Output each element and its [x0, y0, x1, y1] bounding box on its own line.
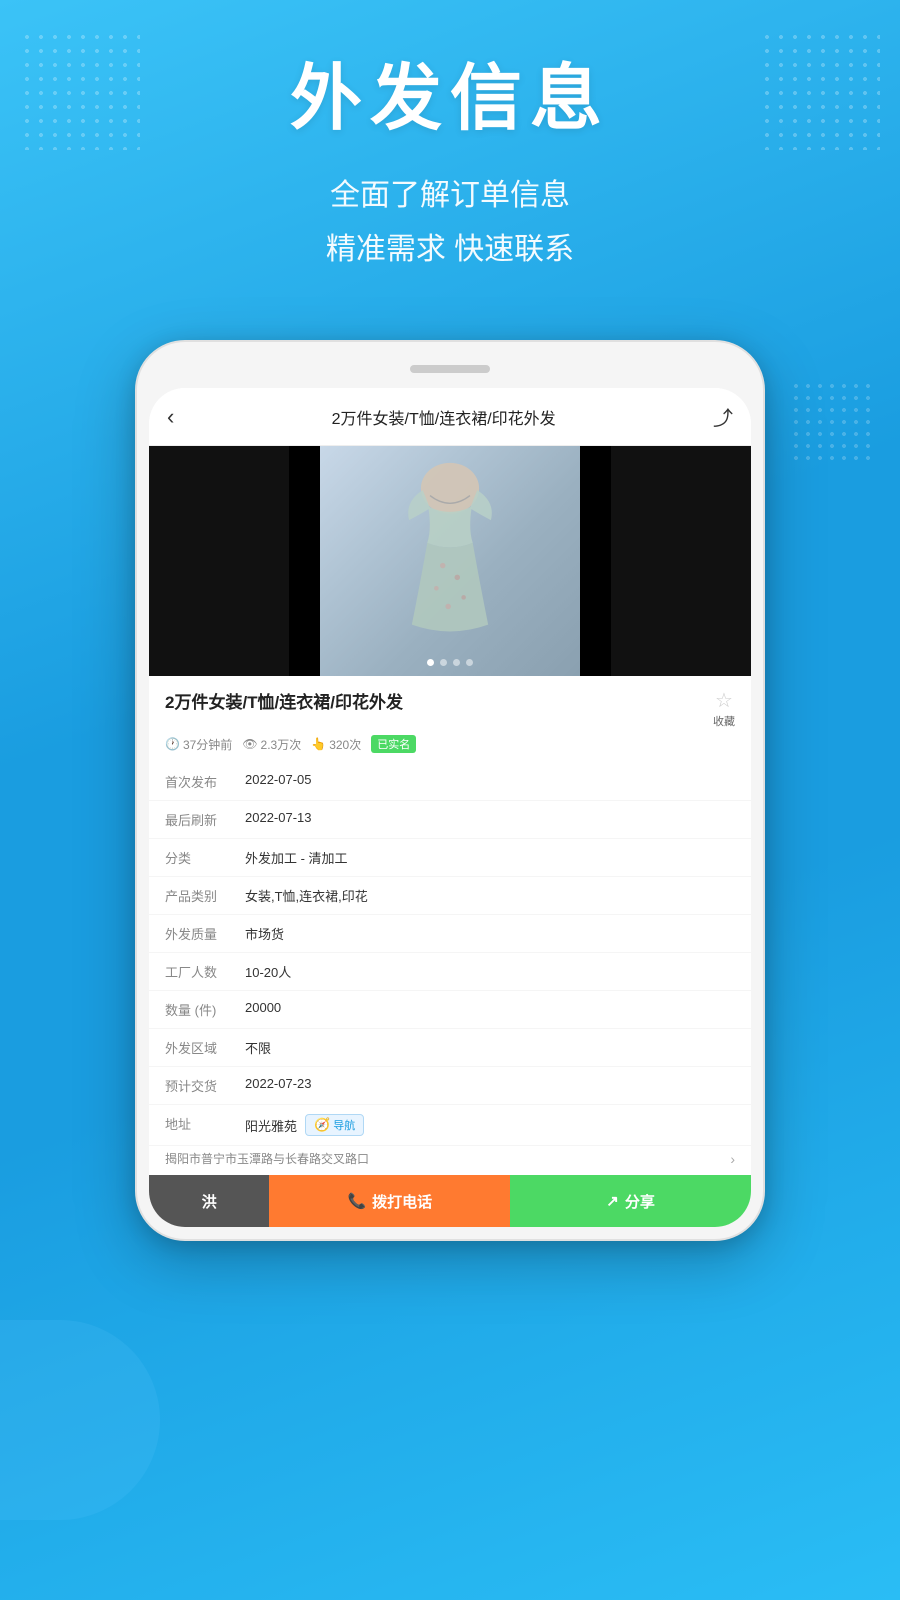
detail-label-8: 预计交货	[165, 1076, 245, 1095]
detail-value-9: 阳光雅苑 🧭 导航	[245, 1114, 735, 1136]
favorite-button[interactable]: ☆ 收藏	[713, 688, 735, 729]
detail-value-6: 20000	[245, 1000, 735, 1015]
eye-icon: 👁	[242, 737, 257, 751]
call-label: 拨打电话	[372, 1191, 432, 1212]
dot-4	[466, 659, 473, 666]
touches-meta: 👆 320次	[311, 736, 361, 753]
app-title: 2万件女装/T恤/连衣裙/印花外发	[174, 405, 713, 429]
verified-badge: 已实名	[371, 735, 416, 753]
detail-label-5: 工厂人数	[165, 962, 245, 981]
app-header: ‹ 2万件女装/T恤/连衣裙/印花外发 ⤴	[149, 388, 751, 446]
detail-row-quality: 外发质量 市场货	[149, 915, 751, 953]
detail-row-delivery: 预计交货 2022-07-23	[149, 1067, 751, 1105]
address-name: 阳光雅苑	[245, 1116, 297, 1135]
detail-label-7: 外发区域	[165, 1038, 245, 1057]
main-title: 外发信息	[0, 60, 900, 139]
call-button[interactable]: 📞 拨打电话	[269, 1175, 510, 1227]
detail-label-0: 首次发布	[165, 772, 245, 791]
contact-label: 洪	[202, 1191, 217, 1212]
detail-row-category: 分类 外发加工 - 清加工	[149, 839, 751, 877]
detail-row-last-refresh: 最后刷新 2022-07-13	[149, 801, 751, 839]
dot-1	[427, 659, 434, 666]
share-icon-btn: ↗	[606, 1192, 619, 1210]
product-info-section: 2万件女装/T恤/连衣裙/印花外发 ☆ 收藏 🕐 37分钟前 👁 2.3万次	[149, 676, 751, 761]
dot-3	[453, 659, 460, 666]
detail-value-3: 女装,T恤,连衣裙,印花	[245, 886, 735, 905]
details-table: 首次发布 2022-07-05 最后刷新 2022-07-13 分类 外发加工 …	[149, 763, 751, 1175]
detail-row-factory-size: 工厂人数 10-20人	[149, 953, 751, 991]
time-meta: 🕐 37分钟前	[165, 736, 232, 753]
detail-row-quantity: 数量 (件) 20000	[149, 991, 751, 1029]
detail-row-first-publish: 首次发布 2022-07-05	[149, 763, 751, 801]
chevron-right-icon: ›	[730, 1151, 735, 1167]
address-row: 阳光雅苑 🧭 导航	[245, 1114, 735, 1136]
nav-icon: 🧭	[314, 1117, 330, 1133]
detail-value-1: 2022-07-13	[245, 810, 735, 825]
product-meta: 🕐 37分钟前 👁 2.3万次 👆 320次 已实名	[165, 735, 735, 753]
carousel-main-image	[320, 446, 580, 676]
carousel-dots	[427, 659, 473, 666]
detail-value-0: 2022-07-05	[245, 772, 735, 787]
detail-row-address: 地址 阳光雅苑 🧭 导航	[149, 1105, 751, 1146]
star-icon: ☆	[715, 688, 733, 713]
detail-row-product-type: 产品类别 女装,T恤,连衣裙,印花	[149, 877, 751, 915]
detail-value-2: 外发加工 - 清加工	[245, 848, 735, 867]
share-label: 分享	[625, 1191, 655, 1212]
product-title: 2万件女装/T恤/连衣裙/印花外发	[165, 688, 703, 713]
phone-notch-bar	[149, 360, 751, 378]
detail-value-7: 不限	[245, 1038, 735, 1057]
detail-label-4: 外发质量	[165, 924, 245, 943]
detail-label-9: 地址	[165, 1114, 245, 1133]
touches: 320次	[329, 736, 361, 753]
clock-icon: 🕐	[165, 737, 180, 751]
detail-label-6: 数量 (件)	[165, 1000, 245, 1019]
dots-decoration-br	[790, 380, 870, 460]
share-icon[interactable]: ⤴	[713, 402, 733, 431]
navigate-button[interactable]: 🧭 导航	[305, 1114, 364, 1136]
detail-value-8: 2022-07-23	[245, 1076, 735, 1091]
time-ago: 37分钟前	[183, 736, 232, 753]
detail-label-2: 分类	[165, 848, 245, 867]
bottom-action-bar: 洪 📞 拨打电话 ↗ 分享	[149, 1175, 751, 1227]
header-section: 外发信息 全面了解订单信息 精准需求 快速联系	[0, 60, 900, 277]
address-sub-text: 揭阳市普宁市玉潭路与长春路交叉路口	[165, 1150, 369, 1167]
detail-label-3: 产品类别	[165, 886, 245, 905]
share-button[interactable]: ↗ 分享	[510, 1175, 751, 1227]
carousel-black-right	[611, 446, 751, 676]
dress-illustration	[370, 461, 530, 661]
dot-2	[440, 659, 447, 666]
carousel-black-left	[149, 446, 289, 676]
favorite-label: 收藏	[713, 713, 735, 729]
phone-screen: ‹ 2万件女装/T恤/连衣裙/印花外发 ⤴	[149, 388, 751, 1227]
image-carousel	[149, 446, 751, 676]
phone-mockup: ‹ 2万件女装/T恤/连衣裙/印花外发 ⤴	[135, 340, 765, 1241]
views: 2.3万次	[261, 736, 302, 753]
detail-row-region: 外发区域 不限	[149, 1029, 751, 1067]
nav-label: 导航	[333, 1117, 355, 1133]
phone-frame: ‹ 2万件女装/T恤/连衣裙/印花外发 ⤴	[135, 340, 765, 1241]
contact-button[interactable]: 洪	[149, 1175, 269, 1227]
hand-icon: 👆	[311, 737, 326, 751]
call-icon: 📞	[347, 1192, 366, 1210]
views-meta: 👁 2.3万次	[242, 736, 301, 753]
address-sub-row[interactable]: 揭阳市普宁市玉潭路与长春路交叉路口 ›	[149, 1146, 751, 1175]
detail-label-1: 最后刷新	[165, 810, 245, 829]
detail-value-4: 市场货	[245, 924, 735, 943]
detail-value-5: 10-20人	[245, 962, 735, 981]
phone-notch-pill	[410, 365, 490, 373]
product-title-row: 2万件女装/T恤/连衣裙/印花外发 ☆ 收藏	[165, 688, 735, 729]
sub-line2: 精准需求 快速联系	[326, 233, 574, 266]
back-button[interactable]: ‹	[167, 404, 174, 430]
sub-title: 全面了解订单信息 精准需求 快速联系	[0, 169, 900, 277]
sub-line1: 全面了解订单信息	[330, 179, 570, 212]
